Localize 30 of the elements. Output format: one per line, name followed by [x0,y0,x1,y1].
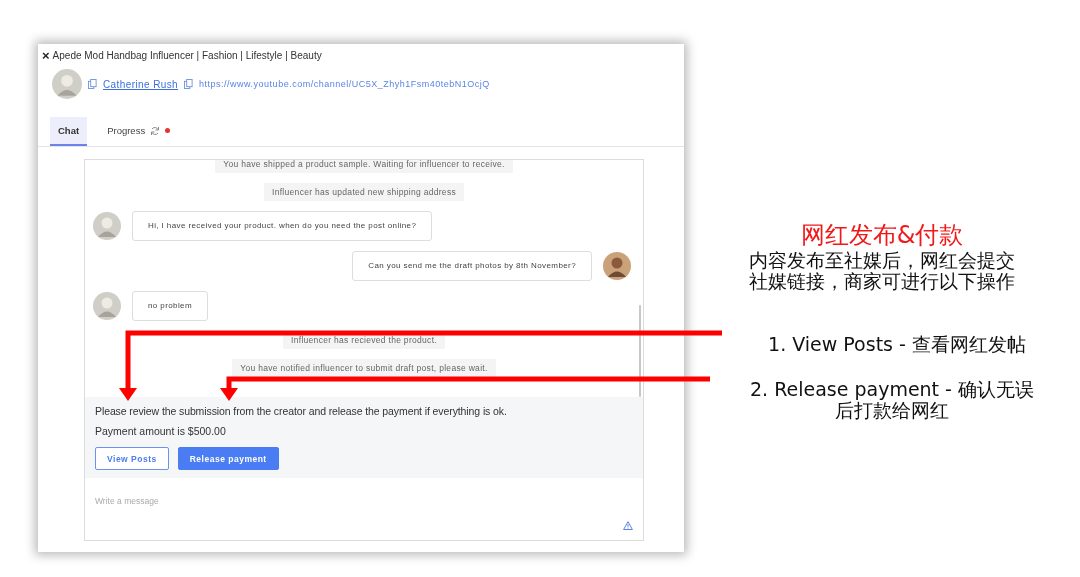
message-bubble: no problem [132,291,209,321]
avatar [52,69,82,99]
annotation-title: 网红发布&付款 [800,222,964,249]
close-button[interactable]: × [42,48,50,62]
annotation-step: 1. View Posts - 查看网红发帖 [768,334,1026,356]
release-payment-button[interactable]: Release payment [177,447,279,470]
annotation-step: 2. Release payment - 确认无误后打款给网红 [742,379,1042,421]
channel-link[interactable]: https://www.youtube.com/channel/UC5X_Zhyh1Fsm40tebN1OcjQ [199,79,490,89]
annotation-text: 内容发布至社媒后，网红会提交社媒链接，商家可进行以下操作 [748,250,1016,293]
message-bubble: Can you send me the draft photos by 8th November? [352,251,592,281]
message-input[interactable]: Write a message [95,496,395,506]
tab[interactable]: Chat [50,117,88,146]
window-title: Apede Mod Handbag Influencer | Fashion | Lifestyle | Beauty [52,49,322,61]
avatar [93,292,121,320]
system-message: You have shipped a product sample. Waiting for influencer to receive. [215,160,513,173]
avatar [93,212,121,240]
instruction-text: Please review the submission from the creator and release the payment if everything is ok. [95,405,508,417]
system-message: Influencer has updated new shipping address [264,183,464,201]
tab[interactable]: Progress [99,117,179,146]
view-posts-button[interactable]: View Posts [95,447,169,470]
message-bubble: Hi, I have received your product. when do you need the post online? [132,211,433,241]
scrollbar[interactable] [639,305,641,397]
payment-amount: Payment amount is $500.00 [95,425,227,437]
avatar [603,252,631,280]
warning-icon[interactable] [623,521,633,530]
copy-icon[interactable] [88,79,97,89]
system-message: You have notified influencer to submit draft post, please wait. [232,359,496,377]
creator-link[interactable]: Catherine Rush [103,78,179,90]
copy-icon[interactable] [184,79,194,89]
refresh-icon[interactable] [150,125,161,136]
